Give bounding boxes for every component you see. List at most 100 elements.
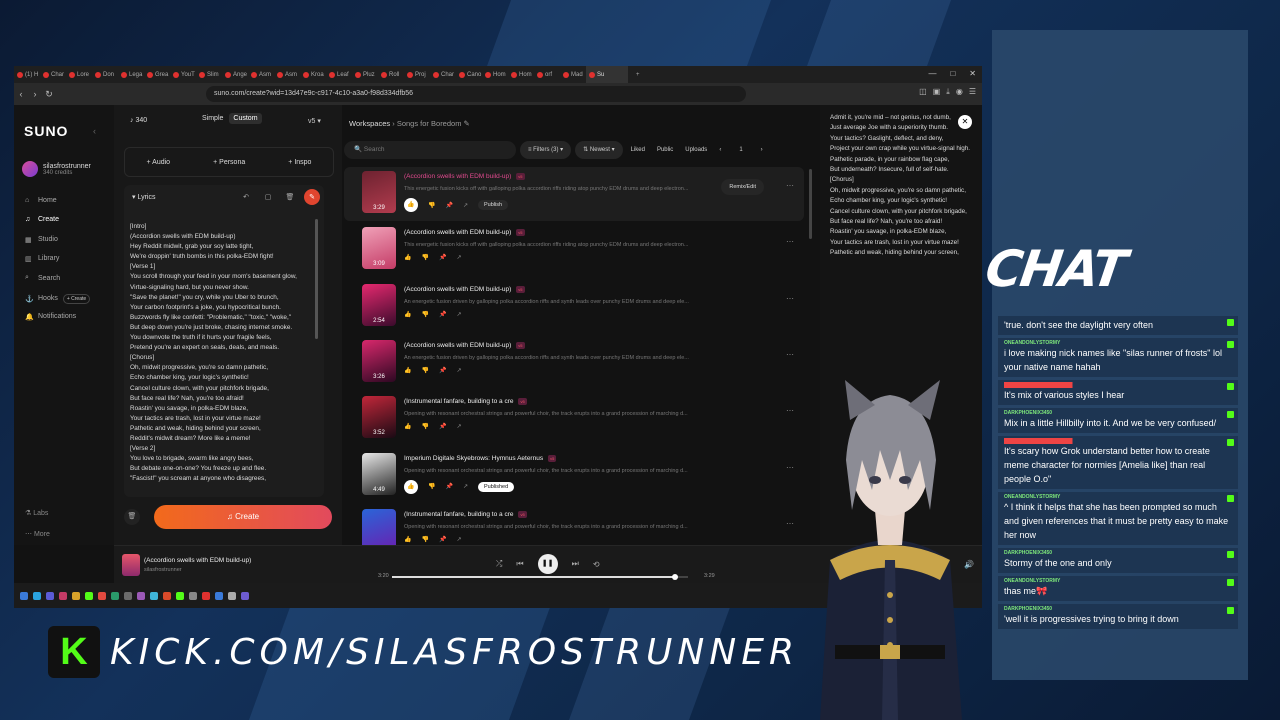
reload-icon[interactable]: ↻ [42,89,56,100]
create-button[interactable]: ♫ Create [154,505,332,529]
lyrics-scrollbar[interactable] [315,219,318,339]
browser-tab[interactable]: Hom [482,66,508,83]
delete-icon[interactable]: 🗑 [282,189,298,205]
progress-bar[interactable] [392,574,688,580]
dislike-icon[interactable]: 👎 [421,254,428,261]
browser-tab[interactable]: Asm [248,66,274,83]
lyrics-textarea[interactable]: [Intro] (Accordion swells with EDM build… [130,222,316,484]
suno-logo[interactable]: SUNO [24,123,68,139]
like-icon[interactable]: 👍 [404,479,418,494]
sidebar-item-notifications[interactable]: 🔔 Notifications [25,313,76,321]
browser-tab[interactable]: Ange [222,66,248,83]
dislike-icon[interactable]: 👎 [421,536,428,543]
publish-button[interactable]: Publish [478,200,509,210]
like-icon[interactable]: 👍 [404,367,411,374]
more-options-icon[interactable]: ⋯ [786,237,794,246]
undo-icon[interactable]: ↶ [238,189,254,205]
public-toggle[interactable]: Public [653,147,677,153]
repeat-icon[interactable]: ⟲ [593,560,600,569]
uploads-toggle[interactable]: Uploads [681,147,711,153]
dislike-icon[interactable]: 👎 [421,367,428,374]
dislike-icon[interactable]: 👎 [421,311,428,318]
taskbar-app-icon[interactable] [85,591,93,600]
song-title[interactable]: (Accordion swells with EDM build-up) v5 [404,341,525,349]
song-title[interactable]: (Accordion swells with EDM build-up) v5 [404,229,525,237]
taskbar-app-icon[interactable] [150,591,158,600]
taskbar-app-icon[interactable] [33,591,41,600]
browser-tab[interactable]: (1) H [14,66,40,83]
share-icon[interactable]: ↗ [456,536,461,543]
filters-button[interactable]: ≡ Filters (3) ▾ [520,141,572,159]
browser-tab[interactable]: Asm [274,66,300,83]
song-row[interactable]: 3:26 (Accordion swells with EDM build-up)… [344,336,804,390]
shuffle-icon[interactable]: ⤮ [496,559,502,569]
share-icon[interactable]: ↗ [456,423,461,430]
browser-tab[interactable]: Char [40,66,66,83]
song-row[interactable]: 3:52 (Instrumental fanfare, building to a… [344,392,804,446]
song-cover[interactable]: 3:29 [362,171,396,213]
progress-handle[interactable] [671,574,678,580]
user-profile[interactable]: silasfrostrunner 340 credits [22,161,91,177]
forward-icon[interactable]: › [28,89,42,99]
taskbar-app-icon[interactable] [215,591,223,600]
song-title[interactable]: (Instrumental fanfare, building to a cre… [404,398,527,405]
song-row[interactable]: 2:54 (Accordion swells with EDM build-up)… [344,280,804,334]
browser-tab[interactable]: Roll [378,66,404,83]
mode-custom-tab[interactable]: Custom [229,113,262,124]
dislike-icon[interactable]: 👎 [421,423,428,430]
song-cover[interactable]: 4:49 [362,452,396,495]
song-title[interactable]: (Accordion swells with EDM build-up) v5 [404,173,525,180]
next-icon[interactable]: ⏭ [572,559,579,569]
pin-icon[interactable]: 📌 [439,367,446,374]
address-bar[interactable]: suno.com/create?wid=13d47e9c-c917-4c10-a… [206,86,746,102]
add-audio-button[interactable]: + Audio [147,159,171,166]
edit-icon[interactable]: ✎ [464,119,470,128]
browser-tab[interactable]: Don [92,66,118,83]
copy-icon[interactable]: ▢ [260,189,276,205]
browser-tab[interactable]: Hom [508,66,534,83]
song-title[interactable]: Imperium Digitale Skyebrows: Hymnus Aete… [404,454,557,462]
close-icon[interactable]: ✕ [958,115,972,129]
pin-icon[interactable]: 📌 [439,536,446,543]
magic-wand-icon[interactable]: ✎ [304,189,320,205]
window-control-1[interactable]: □ [950,69,955,78]
sidebar-item-library[interactable]: ▥ Library [25,255,59,263]
pin-icon[interactable]: 📌 [445,483,452,490]
taskbar-app-icon[interactable] [228,591,236,600]
share-icon[interactable]: ↗ [463,483,468,490]
song-title[interactable]: (Accordion swells with EDM build-up) v5 [404,285,525,293]
extension-icon[interactable]: ◉ [956,87,963,97]
browser-tab[interactable]: Leaf [326,66,352,83]
song-row[interactable]: 4:49 Imperium Digitale Skyebrows: Hymnus … [344,449,804,503]
prev-page-icon[interactable]: ‹ [715,147,725,153]
taskbar-app-icon[interactable] [72,591,80,600]
liked-toggle[interactable]: Liked [627,147,649,153]
breadcrumb-current[interactable]: Songs for Boredom [397,119,462,128]
like-icon[interactable]: 👍 [404,423,411,430]
player-artist[interactable]: silasfrostrunner [144,567,182,573]
publish-button[interactable]: Published [478,481,515,492]
browser-tab[interactable]: YouT [170,66,196,83]
add-persona-button[interactable]: + Persona [213,159,245,166]
sidebar-item-home[interactable]: ⌂ Home [25,197,57,204]
collapse-sidebar-icon[interactable]: ‹ [93,126,96,136]
browser-tab[interactable]: Lore [66,66,92,83]
taskbar-app-icon[interactable] [202,591,210,600]
sort-button[interactable]: ⇅ Newest ▾ [575,141,623,159]
share-icon[interactable]: ↗ [456,311,461,318]
clear-button[interactable]: 🗑 [124,509,140,525]
browser-tab[interactable]: Su [586,66,628,83]
more-options-icon[interactable]: ⋯ [786,294,794,303]
share-icon[interactable]: ↗ [456,254,461,261]
remix-edit-button[interactable]: Remix/Edit [721,179,764,195]
mode-simple-tab[interactable]: Simple [198,113,227,124]
browser-tab[interactable]: Kroa [300,66,326,83]
lyrics-header[interactable]: ▾ Lyrics [132,193,156,201]
pin-icon[interactable]: 📌 [439,423,446,430]
like-icon[interactable]: 👍 [404,536,411,543]
breadcrumb-root[interactable]: Workspaces [349,119,390,128]
like-icon[interactable]: 👍 [404,254,411,261]
search-input[interactable]: 🔍 Search [344,141,516,159]
page-number[interactable]: 1 [729,147,752,153]
browser-tab[interactable]: Mad [560,66,586,83]
